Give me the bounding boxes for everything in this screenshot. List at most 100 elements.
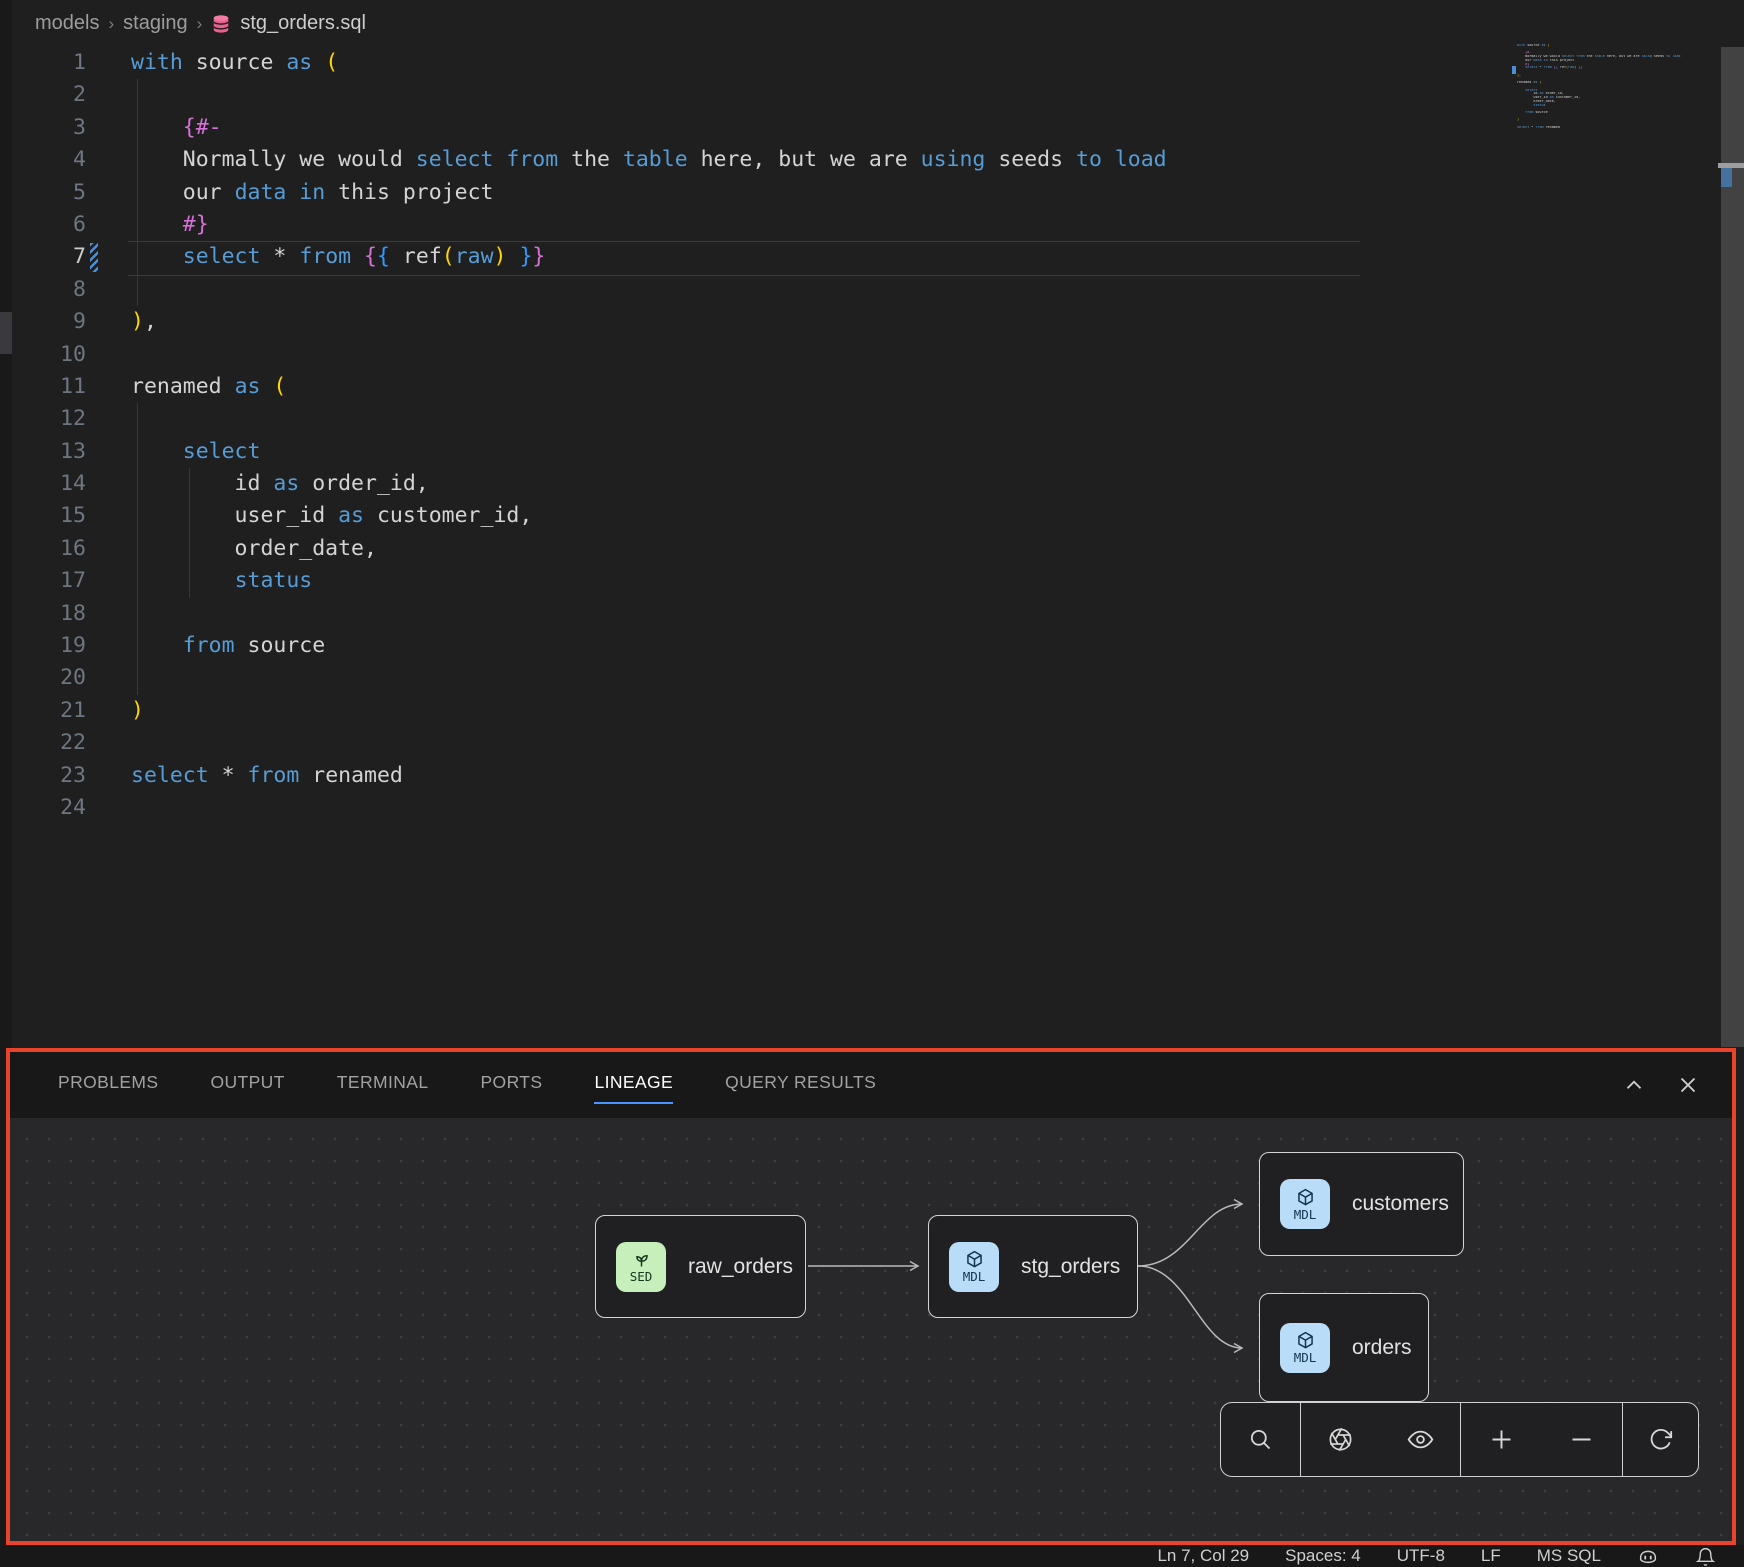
- line-number[interactable]: 20: [0, 662, 86, 694]
- line-number[interactable]: 15: [0, 500, 86, 532]
- line-number[interactable]: 14: [0, 468, 86, 500]
- cube-icon: [1295, 1330, 1316, 1351]
- line-number[interactable]: 24: [0, 792, 86, 824]
- line-number[interactable]: 6: [0, 209, 86, 241]
- code-line[interactable]: 17 status: [0, 565, 1744, 597]
- notifications-button[interactable]: [1695, 1546, 1716, 1567]
- line-number[interactable]: 10: [0, 339, 86, 371]
- code-line[interactable]: 11 renamed as (: [0, 371, 1744, 403]
- zoom-out-button[interactable]: [1565, 1423, 1599, 1457]
- overview-ruler-modified-marker: [1721, 168, 1732, 187]
- breadcrumb-staging[interactable]: staging: [123, 12, 188, 35]
- cube-icon: [964, 1249, 985, 1270]
- copilot-button[interactable]: [1637, 1545, 1659, 1567]
- tab-problems[interactable]: PROBLEMS: [58, 1066, 158, 1104]
- line-number[interactable]: 2: [0, 79, 86, 111]
- minimap[interactable]: with source as ( {#- Normally we would s…: [1517, 44, 1697, 133]
- line-number[interactable]: 7: [0, 241, 86, 273]
- lineage-node-customers[interactable]: MDL customers: [1259, 1152, 1464, 1256]
- code-line[interactable]: 23select * from renamed: [0, 760, 1744, 792]
- search-button[interactable]: [1244, 1423, 1278, 1457]
- code-line[interactable]: 19 from source: [0, 630, 1744, 662]
- code-text: #}: [131, 209, 209, 241]
- code-line[interactable]: 6 #}: [0, 209, 1744, 241]
- language-mode[interactable]: MS SQL: [1537, 1545, 1601, 1567]
- code-line[interactable]: 13 select: [0, 436, 1744, 468]
- lineage-canvas[interactable]: SED raw_orders MDL stg_orders MDL custom…: [10, 1118, 1732, 1543]
- code-line[interactable]: 15 user_id as customer_id,: [0, 500, 1744, 532]
- breadcrumb-filename[interactable]: stg_orders.sql: [240, 12, 366, 35]
- code-line[interactable]: 24: [0, 792, 1744, 824]
- breadcrumb-models[interactable]: models: [35, 12, 99, 35]
- chevron-right-icon: ›: [197, 14, 203, 34]
- lineage-edge: [1138, 1266, 1242, 1348]
- code-text: order_date,: [131, 533, 377, 565]
- line-number[interactable]: 4: [0, 144, 86, 176]
- code-text: ): [131, 695, 144, 727]
- code-line[interactable]: 18: [0, 598, 1744, 630]
- editor-scrollbar[interactable]: [1721, 47, 1744, 1047]
- zoom-in-button[interactable]: [1484, 1423, 1518, 1457]
- code-line[interactable]: 7 select * from {{ ref(raw) }}: [0, 241, 1744, 273]
- line-number[interactable]: 19: [0, 630, 86, 662]
- code-line[interactable]: 2: [0, 79, 1744, 111]
- aperture-button[interactable]: [1324, 1423, 1358, 1457]
- line-number[interactable]: 21: [0, 695, 86, 727]
- code-line[interactable]: 5 our data in this project: [0, 177, 1744, 209]
- visibility-button[interactable]: [1403, 1423, 1437, 1457]
- lineage-node-stg-orders[interactable]: MDL stg_orders: [928, 1215, 1138, 1318]
- code-line[interactable]: 3 {#-: [0, 112, 1744, 144]
- line-number[interactable]: 3: [0, 112, 86, 144]
- seedling-icon: [631, 1249, 652, 1270]
- code-line[interactable]: 12: [0, 403, 1744, 435]
- code-line[interactable]: 10: [0, 339, 1744, 371]
- code-editor[interactable]: 1with source as (23 {#-4 Normally we wou…: [0, 47, 1744, 824]
- code-line[interactable]: 4 Normally we would select from the tabl…: [0, 144, 1744, 176]
- code-line[interactable]: 1with source as (: [0, 47, 1744, 79]
- code-text: renamed as (: [131, 371, 286, 403]
- line-number[interactable]: 23: [0, 760, 86, 792]
- node-label: customers: [1352, 1192, 1449, 1216]
- cursor-position[interactable]: Ln 7, Col 29: [1157, 1545, 1249, 1567]
- badge-label: MDL: [1294, 1350, 1317, 1365]
- tab-ports[interactable]: PORTS: [480, 1066, 542, 1104]
- tab-lineage[interactable]: LINEAGE: [594, 1066, 673, 1104]
- code-text: Normally we would select from the table …: [131, 144, 1167, 176]
- status-bar: Ln 7, Col 29 Spaces: 4 UTF-8 LF MS SQL: [0, 1545, 1744, 1567]
- code-line[interactable]: 21): [0, 695, 1744, 727]
- code-line[interactable]: 16 order_date,: [0, 533, 1744, 565]
- eol-setting[interactable]: LF: [1481, 1545, 1501, 1567]
- line-number[interactable]: 18: [0, 598, 86, 630]
- close-panel-button[interactable]: [1674, 1071, 1702, 1099]
- refresh-button[interactable]: [1644, 1423, 1678, 1457]
- line-number[interactable]: 17: [0, 565, 86, 597]
- lineage-node-orders[interactable]: MDL orders: [1259, 1293, 1429, 1402]
- code-text: user_id as customer_id,: [131, 500, 532, 532]
- line-number[interactable]: 9: [0, 306, 86, 338]
- indentation-setting[interactable]: Spaces: 4: [1285, 1545, 1361, 1567]
- line-number[interactable]: 1: [0, 47, 86, 79]
- line-number[interactable]: 8: [0, 274, 86, 306]
- code-line[interactable]: 22: [0, 727, 1744, 759]
- lineage-toolbar: [1220, 1402, 1699, 1477]
- seed-badge: SED: [616, 1242, 666, 1292]
- tab-query-results[interactable]: QUERY RESULTS: [725, 1066, 876, 1104]
- tab-output[interactable]: OUTPUT: [210, 1066, 284, 1104]
- code-line[interactable]: 14 id as order_id,: [0, 468, 1744, 500]
- copilot-icon: [1637, 1545, 1659, 1567]
- code-line[interactable]: 20: [0, 662, 1744, 694]
- line-number[interactable]: 12: [0, 403, 86, 435]
- tab-terminal[interactable]: TERMINAL: [337, 1066, 429, 1104]
- line-number[interactable]: 13: [0, 436, 86, 468]
- line-number[interactable]: 16: [0, 533, 86, 565]
- encoding-setting[interactable]: UTF-8: [1397, 1545, 1445, 1567]
- line-number[interactable]: 5: [0, 177, 86, 209]
- lineage-edges: [10, 1118, 1732, 1543]
- line-number[interactable]: 22: [0, 727, 86, 759]
- maximize-panel-button[interactable]: [1620, 1071, 1648, 1099]
- line-number[interactable]: 11: [0, 371, 86, 403]
- code-line[interactable]: 9),: [0, 306, 1744, 338]
- lineage-node-raw-orders[interactable]: SED raw_orders: [595, 1215, 806, 1318]
- node-label: stg_orders: [1021, 1255, 1120, 1279]
- code-line[interactable]: 8: [0, 274, 1744, 306]
